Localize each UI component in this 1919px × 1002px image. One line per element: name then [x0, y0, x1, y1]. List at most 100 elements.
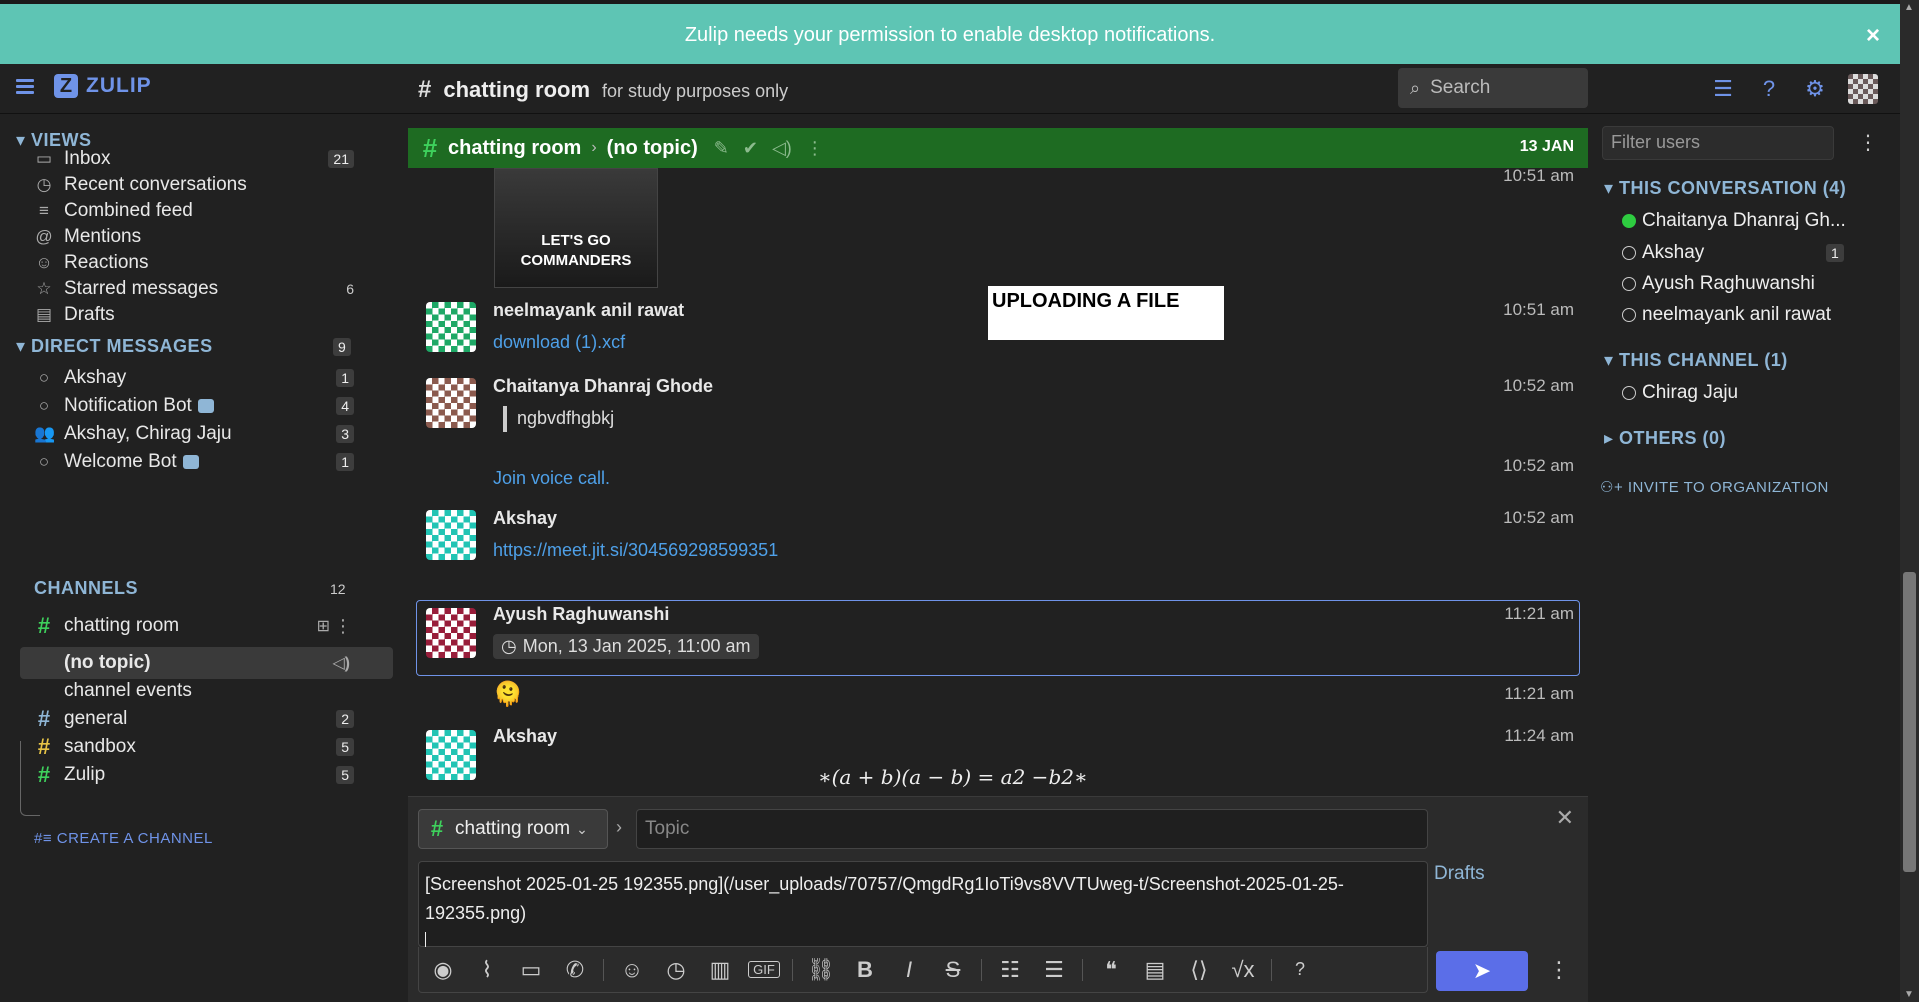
math-icon[interactable]: √x — [1227, 957, 1259, 983]
channel-item-zulip[interactable]: # Zulip 5 — [34, 761, 354, 789]
more-options-icon[interactable]: ⋮ — [1858, 130, 1878, 155]
dm-heading[interactable]: ▾ DIRECT MESSAGES — [16, 336, 213, 357]
recipient-channel[interactable]: chatting room — [448, 137, 581, 160]
send-button[interactable]: ➤ — [1436, 951, 1528, 991]
add-topic-icon[interactable]: ⊞ — [317, 616, 330, 636]
message-textarea[interactable]: [Screenshot 2025-01-25 192355.png](/user… — [418, 861, 1428, 952]
link-icon[interactable]: ⛓ — [805, 957, 837, 983]
bold-icon[interactable]: B — [849, 957, 881, 983]
message-time[interactable]: 10:51 am — [1503, 300, 1574, 320]
preview-icon[interactable]: ◉ — [427, 957, 459, 983]
scroll-thumb[interactable] — [1903, 572, 1916, 872]
search-input[interactable]: ⌕ Search — [1398, 68, 1588, 108]
emoji-icon[interactable]: ☺ — [616, 957, 648, 983]
channel-item-sandbox[interactable]: # sandbox 5 — [34, 733, 354, 761]
user-item[interactable]: Chirag Jaju — [1622, 382, 1738, 404]
sidebar-item-starred[interactable]: ☆ Starred messages 6 — [34, 275, 354, 303]
message-row[interactable]: Akshay 10:52 am https://meet.jit.si/3045… — [408, 508, 1588, 568]
message-row[interactable]: Chaitanya Dhanraj Ghode 10:52 am ngbvdfh… — [408, 376, 1588, 436]
message-time[interactable]: 11:21 am — [1504, 604, 1574, 624]
message-time[interactable]: 10:52 am — [1503, 508, 1574, 528]
avatar[interactable] — [426, 302, 476, 352]
user-item[interactable]: Ayush Raghuwanshi — [1622, 273, 1815, 295]
message-time[interactable]: 11:21 am — [1504, 684, 1574, 704]
image-attachment[interactable]: LET'S GO COMMANDERS — [494, 168, 658, 288]
topic-item-no-topic[interactable]: (no topic) ◁) — [34, 649, 354, 677]
message-time[interactable]: 10:52 am — [1503, 456, 1574, 476]
time-mention[interactable]: ◷ Mon, 13 Jan 2025, 11:00 am — [493, 634, 759, 659]
scroll-down-icon[interactable]: ▼ — [1904, 989, 1914, 1000]
more-options-icon[interactable]: ⋮ — [334, 616, 352, 637]
message-time[interactable]: 10:51 am — [1503, 166, 1574, 186]
invite-link[interactable]: ⚇+ INVITE TO ORGANIZATION — [1600, 478, 1829, 496]
channels-heading[interactable]: CHANNELS — [34, 578, 138, 599]
meet-link[interactable]: https://meet.jit.si/304569298599351 — [493, 540, 778, 561]
filter-users-input[interactable]: Filter users — [1602, 126, 1834, 160]
sidebar-item-inbox[interactable]: ▭ Inbox 21 — [34, 145, 354, 173]
message-sender[interactable]: neelmayank anil rawat — [493, 300, 684, 321]
scrollbar[interactable]: ▲ ▼ — [1900, 0, 1919, 1002]
strikethrough-icon[interactable]: S — [937, 957, 969, 983]
close-notification-button[interactable]: × — [1866, 22, 1880, 50]
check-icon[interactable]: ✔ — [743, 138, 758, 159]
zulip-logo[interactable]: Z ZULIP — [54, 74, 152, 98]
gif-icon[interactable]: GIF — [748, 961, 780, 978]
recipient-topic[interactable]: (no topic) — [607, 137, 698, 160]
message-time[interactable]: 11:24 am — [1504, 726, 1574, 746]
attach-icon[interactable]: ⌇ — [471, 957, 503, 983]
this-conversation-heading[interactable]: ▾ THIS CONVERSATION (4) — [1604, 178, 1846, 199]
edit-icon[interactable]: ✎ — [714, 138, 729, 159]
dm-item-notification-bot[interactable]: ○ Notification Bot 4 — [34, 392, 354, 420]
avatar[interactable] — [426, 608, 476, 658]
file-link[interactable]: download (1).xcf — [493, 332, 625, 353]
dm-item-akshay[interactable]: ○ Akshay 1 — [34, 364, 354, 392]
message-row[interactable]: Ayush Raghuwanshi 11:21 am ◷ Mon, 13 Jan … — [408, 604, 1588, 674]
drafts-link[interactable]: Drafts — [1434, 863, 1485, 885]
channel-item-chatting-room[interactable]: # chatting room ⊞ ⋮ — [34, 612, 354, 640]
avatar[interactable] — [426, 510, 476, 560]
user-item[interactable]: Chaitanya Dhanraj Gh... — [1622, 210, 1846, 232]
gear-icon[interactable]: ⚙ — [1802, 76, 1828, 102]
sidebar-item-mentions[interactable]: @ Mentions — [34, 223, 354, 251]
sidebar-item-drafts[interactable]: ▤ Drafts — [34, 301, 354, 329]
time-icon[interactable]: ◷ — [660, 957, 692, 983]
voice-call-icon[interactable]: ✆ — [559, 957, 591, 983]
message-sender[interactable]: Akshay — [493, 726, 557, 747]
message-sender[interactable]: Ayush Raghuwanshi — [493, 604, 669, 625]
help-icon[interactable]: ? — [1756, 76, 1782, 102]
numbered-list-icon[interactable]: ☷ — [994, 957, 1026, 983]
create-channel-link[interactable]: #≡ CREATE A CHANNEL — [34, 830, 213, 847]
avatar[interactable] — [1848, 74, 1878, 104]
message-row[interactable]: LET'S GO COMMANDERS 10:51 am UPLOADING A… — [408, 166, 1588, 340]
quote-icon[interactable]: ❝ — [1095, 957, 1127, 983]
voice-call-link[interactable]: Join voice call. — [493, 468, 610, 489]
video-call-icon[interactable]: ▭ — [515, 957, 547, 983]
more-options-icon[interactable]: ⋮ — [806, 138, 824, 159]
dm-item-welcome-bot[interactable]: ○ Welcome Bot 1 — [34, 448, 354, 476]
dm-item-group[interactable]: 👥 Akshay, Chirag Jaju 3 — [34, 420, 354, 448]
avatar[interactable] — [426, 730, 476, 780]
bullet-list-icon[interactable]: ☰ — [1038, 957, 1070, 983]
spoiler-icon[interactable]: ▤ — [1139, 957, 1171, 983]
code-icon[interactable]: ⟨⟩ — [1183, 957, 1215, 983]
italic-icon[interactable]: I — [893, 957, 925, 983]
poll-icon[interactable]: ▥ — [704, 957, 736, 983]
help-icon[interactable]: ? — [1284, 959, 1316, 980]
channel-item-general[interactable]: # general 2 — [34, 705, 354, 733]
sidebar-item-combined-feed[interactable]: ≡ Combined feed — [34, 197, 354, 225]
user-list-icon[interactable]: ☰ — [1710, 76, 1736, 102]
others-heading[interactable]: ▸ OTHERS (0) — [1604, 428, 1726, 449]
avatar[interactable] — [426, 378, 476, 428]
message-sender[interactable]: Chaitanya Dhanraj Ghode — [493, 376, 713, 397]
scroll-up-icon[interactable]: ▲ — [1904, 2, 1914, 13]
message-row[interactable]: 10:52 am Join voice call. — [408, 456, 1588, 496]
volume-icon[interactable]: ◁) — [772, 138, 792, 159]
sidebar-item-reactions[interactable]: ☺ Reactions — [34, 249, 354, 277]
close-icon[interactable]: ✕ — [1556, 805, 1574, 831]
user-item[interactable]: Akshay — [1622, 242, 1704, 264]
topic-item-channel-events[interactable]: channel events — [34, 677, 354, 705]
send-options-icon[interactable]: ⋮ — [1548, 957, 1570, 983]
message-row[interactable]: neelmayank anil rawat 10:51 am download … — [408, 300, 1588, 360]
sidebar-item-recent[interactable]: ◷ Recent conversations — [34, 171, 354, 199]
hamburger-menu-icon[interactable] — [16, 79, 34, 95]
